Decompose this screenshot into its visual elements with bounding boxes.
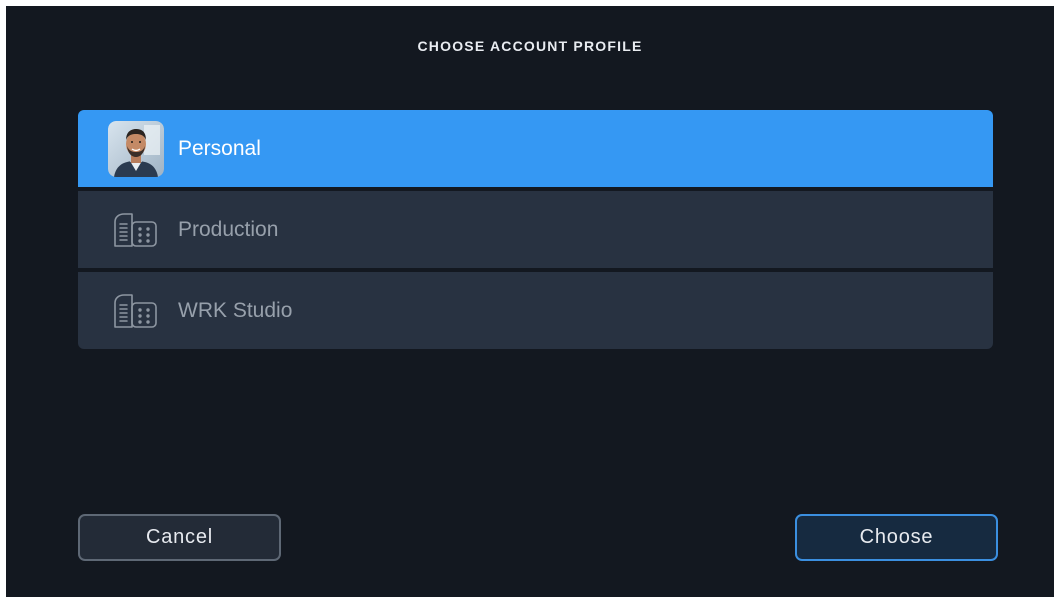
cancel-button[interactable]: Cancel	[78, 514, 281, 561]
building-icon-container	[108, 202, 164, 258]
user-avatar-icon	[108, 120, 164, 177]
profile-item-wrk-studio[interactable]: WRK Studio	[78, 272, 993, 349]
profile-item-personal[interactable]: Personal	[78, 110, 993, 187]
choose-button[interactable]: Choose	[795, 514, 998, 561]
choose-account-profile-dialog: CHOOSE ACCOUNT PROFILE Personal Producti…	[6, 6, 1054, 597]
building-icon	[114, 293, 157, 328]
building-icon	[114, 212, 157, 247]
avatar	[108, 120, 164, 177]
profile-label: Production	[178, 217, 279, 241]
profile-label: Personal	[178, 136, 261, 160]
dialog-title: CHOOSE ACCOUNT PROFILE	[417, 38, 643, 54]
building-icon-container	[108, 283, 164, 339]
profile-label: WRK Studio	[178, 298, 293, 322]
profile-list: Personal Production WRK Studio	[78, 110, 993, 349]
profile-item-production[interactable]: Production	[78, 191, 993, 268]
